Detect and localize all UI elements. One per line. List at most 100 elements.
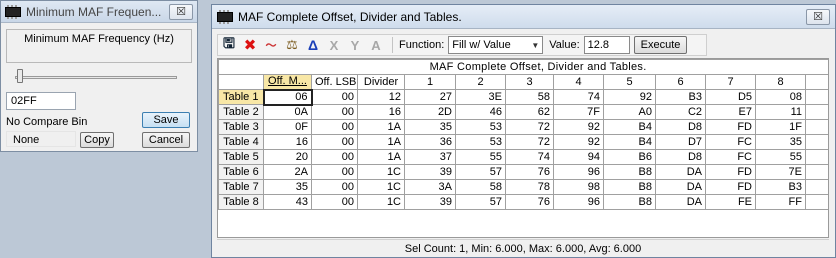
- table-cell[interactable]: 35: [404, 119, 456, 135]
- table-cell[interactable]: 12: [357, 89, 405, 105]
- execute-button[interactable]: Execute: [633, 36, 688, 54]
- delete-x-icon[interactable]: ✖: [241, 36, 259, 54]
- table-cell[interactable]: DA: [655, 179, 706, 195]
- value-input[interactable]: [583, 36, 630, 54]
- table-cell[interactable]: 57: [455, 194, 506, 210]
- table-cell[interactable]: FD: [705, 119, 756, 135]
- min-maf-slider-track[interactable]: [15, 76, 177, 79]
- table-cell[interactable]: FD: [705, 164, 756, 180]
- table-cell[interactable]: 1F: [755, 119, 806, 135]
- column-header[interactable]: 9: [804, 74, 828, 90]
- table-cell[interactable]: 72: [505, 119, 554, 135]
- column-header[interactable]: 1: [404, 74, 456, 90]
- table-cell[interactable]: 43: [263, 194, 312, 210]
- table-cell[interactable]: FE: [705, 194, 756, 210]
- table-cell[interactable]: 2A: [263, 164, 312, 180]
- table-cell[interactable]: 55: [455, 149, 506, 165]
- table-cell[interactable]: 08: [804, 104, 828, 120]
- maf-window-titlebar[interactable]: MAF Complete Offset, Divider and Tables.…: [212, 5, 835, 29]
- row-header[interactable]: Table 5: [218, 149, 264, 165]
- table-cell[interactable]: 92: [553, 134, 604, 150]
- table-cell[interactable]: 08: [755, 89, 806, 105]
- table-cell[interactable]: 92: [603, 89, 656, 105]
- table-cell[interactable]: 57: [455, 164, 506, 180]
- table-cell[interactable]: 16: [263, 134, 312, 150]
- table-cell[interactable]: FD: [705, 179, 756, 195]
- min-maf-slider-thumb[interactable]: [17, 69, 23, 83]
- table-cell[interactable]: 7E: [755, 164, 806, 180]
- table-cell[interactable]: A0: [603, 104, 656, 120]
- cancel-button[interactable]: Cancel: [142, 132, 190, 148]
- table-cell[interactable]: FC: [705, 134, 756, 150]
- column-header[interactable]: 2: [455, 74, 506, 90]
- table-cell[interactable]: 00: [311, 164, 358, 180]
- function-select[interactable]: Fill w/ Value ▼: [448, 36, 544, 54]
- close-button[interactable]: ☒: [169, 3, 193, 20]
- table-cell[interactable]: 94: [553, 149, 604, 165]
- table-cell[interactable]: FF: [804, 194, 828, 210]
- table-cell[interactable]: 27: [404, 89, 456, 105]
- table-cell[interactable]: 36: [404, 134, 456, 150]
- copy-button[interactable]: Copy: [80, 132, 114, 148]
- table-cell[interactable]: C2: [655, 104, 706, 120]
- chart-icon[interactable]: 〜: [262, 36, 280, 54]
- table-cell[interactable]: 58: [455, 179, 506, 195]
- table-cell[interactable]: 4E: [804, 179, 828, 195]
- table-cell[interactable]: 00: [804, 89, 828, 105]
- row-header[interactable]: Table 3: [218, 119, 264, 135]
- table-cell[interactable]: B8: [603, 164, 656, 180]
- table-cell[interactable]: 3A: [404, 179, 456, 195]
- column-header[interactable]: 8: [755, 74, 806, 90]
- table-cell[interactable]: D7: [804, 164, 828, 180]
- table-cell[interactable]: FC: [705, 149, 756, 165]
- table-cell[interactable]: B8: [603, 179, 656, 195]
- column-header[interactable]: Divider: [357, 74, 405, 90]
- a-disabled-icon[interactable]: A: [367, 36, 385, 54]
- table-cell[interactable]: 2D: [804, 149, 828, 165]
- table-cell[interactable]: 11: [755, 104, 806, 120]
- close-button[interactable]: ☒: [806, 8, 830, 25]
- table-cell[interactable]: 74: [553, 89, 604, 105]
- table-cell[interactable]: 74: [505, 149, 554, 165]
- table-cell[interactable]: 1A: [357, 134, 405, 150]
- table-cell[interactable]: 00: [311, 149, 358, 165]
- table-cell[interactable]: 3E: [455, 89, 506, 105]
- table-cell[interactable]: B3: [755, 179, 806, 195]
- table-cell[interactable]: D7: [655, 134, 706, 150]
- table-cell[interactable]: D8: [655, 119, 706, 135]
- row-header[interactable]: Table 4: [218, 134, 264, 150]
- table-cell[interactable]: B6: [603, 149, 656, 165]
- table-cell[interactable]: 98: [553, 179, 604, 195]
- x-disabled-icon[interactable]: X: [325, 36, 343, 54]
- table-cell[interactable]: 00: [311, 119, 358, 135]
- table-cell[interactable]: 76: [505, 164, 554, 180]
- table-cell[interactable]: D8: [655, 149, 706, 165]
- table-cell[interactable]: 0F: [263, 119, 312, 135]
- table-cell[interactable]: 76: [505, 194, 554, 210]
- table-cell[interactable]: 62: [505, 104, 554, 120]
- table-cell[interactable]: 55: [755, 149, 806, 165]
- table-cell[interactable]: 00: [311, 104, 358, 120]
- table-grid[interactable]: MAF Complete Offset, Divider and Tables.…: [217, 58, 829, 238]
- save-button[interactable]: Save: [142, 112, 190, 128]
- table-cell[interactable]: 2D: [404, 104, 456, 120]
- table-cell[interactable]: 92: [553, 119, 604, 135]
- table-cell[interactable]: B8: [603, 194, 656, 210]
- row-header[interactable]: Table 1: [218, 89, 264, 105]
- table-cell[interactable]: FF: [755, 194, 806, 210]
- table-cell[interactable]: 1C: [357, 194, 405, 210]
- table-cell[interactable]: D5: [705, 89, 756, 105]
- table-cell[interactable]: 20: [263, 149, 312, 165]
- table-cell[interactable]: 35: [263, 179, 312, 195]
- column-header[interactable]: Off. M...: [263, 74, 312, 90]
- column-header[interactable]: Off. LSB: [311, 74, 358, 90]
- table-cell[interactable]: 39: [404, 194, 456, 210]
- table-cell[interactable]: 1A: [357, 149, 405, 165]
- table-cell[interactable]: 00: [311, 179, 358, 195]
- table-cell[interactable]: 1A: [357, 119, 405, 135]
- table-cell[interactable]: E7: [705, 104, 756, 120]
- table-cell[interactable]: 7F: [553, 104, 604, 120]
- hex-value-input[interactable]: [6, 92, 76, 110]
- table-cell[interactable]: 96: [553, 164, 604, 180]
- table-cell[interactable]: 00: [311, 89, 358, 105]
